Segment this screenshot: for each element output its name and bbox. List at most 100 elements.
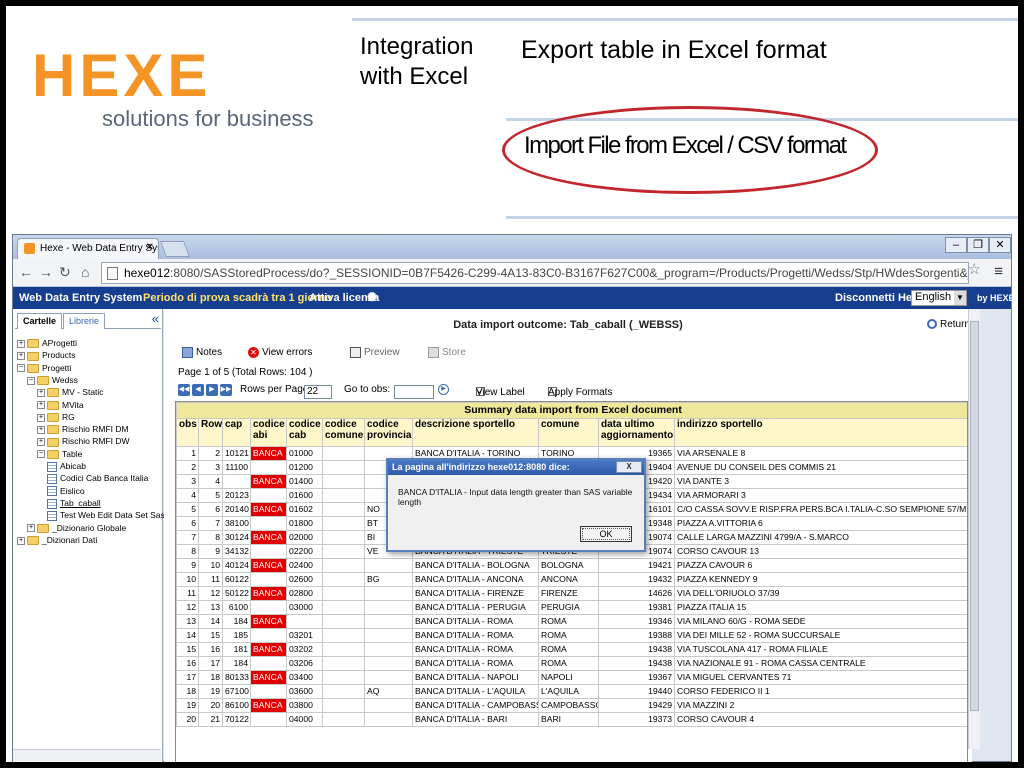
table-cell: 184 xyxy=(222,656,251,671)
table-cell: 13 xyxy=(198,600,223,615)
tree-item[interactable]: Test Web Edit Data Set Sas xyxy=(47,509,165,521)
table-cell xyxy=(322,670,365,685)
first-page-icon[interactable]: ◀◀ xyxy=(178,384,190,396)
left-panel: Cartelle Librerie « + AProgetti + Products −… xyxy=(13,309,165,762)
tree-item[interactable]: + MV - Static xyxy=(37,386,104,398)
bookmark-star-icon[interactable]: ☆ xyxy=(968,260,981,278)
table-cell: BANCA D'ITALIA - BARI xyxy=(412,712,539,727)
store-button[interactable]: Store xyxy=(428,347,466,358)
reload-icon[interactable]: ↻ xyxy=(59,264,71,281)
page-title: Data import outcome: Tab_caball (_WEBSS) xyxy=(453,319,683,331)
return-button[interactable]: Return xyxy=(926,319,970,330)
new-tab-button[interactable] xyxy=(160,241,190,257)
tree-item[interactable]: Abicab xyxy=(47,460,86,472)
prev-page-icon[interactable]: ◀ xyxy=(192,384,204,396)
expand-icon[interactable]: + xyxy=(37,425,45,434)
main-vscrollbar[interactable] xyxy=(968,309,980,749)
table-cell: BANCA D'ITALIA - PERUGIA xyxy=(412,600,539,615)
tree-item[interactable]: Eislico xyxy=(47,485,85,497)
expand-icon[interactable]: + xyxy=(37,401,45,410)
tab-librerie[interactable]: Librerie xyxy=(63,313,106,329)
notes-button[interactable]: Notes xyxy=(182,347,222,358)
table-cell: CAMPOBASSO xyxy=(538,698,599,713)
table-cell: 40124 xyxy=(222,558,251,573)
expand-icon[interactable]: + xyxy=(17,339,25,348)
table-row[interactable]: 17 18 80133 BANCA 03400 BANCA D'ITALIA - NAPO… xyxy=(176,670,967,685)
back-icon[interactable]: ← xyxy=(19,264,33,280)
tree-item[interactable]: + _Dizionari Dati xyxy=(17,534,97,546)
goto-label: Go to obs: xyxy=(344,384,391,395)
table-row[interactable]: 12 13 6100 BANCA 03000 BANCA D'ITALIA - PERUG… xyxy=(176,600,967,615)
tree-item[interactable]: − Table xyxy=(37,448,82,460)
tree-item[interactable]: + MVita xyxy=(37,399,84,411)
expand-icon[interactable]: + xyxy=(37,438,45,447)
last-page-icon[interactable]: ▶▶ xyxy=(220,384,232,396)
tree-item[interactable]: + Rischio RMFI DW xyxy=(37,435,130,447)
tree-item[interactable]: − Wedss xyxy=(27,374,78,386)
table-row[interactable]: 10 11 60122 BANCA 02600 BG BANCA D'ITALIA - AN… xyxy=(176,572,967,587)
table-row[interactable]: 15 16 181 BANCA 03202 BANCA D'ITALIA - ROMA RO… xyxy=(176,642,967,657)
notes-label: Notes xyxy=(196,347,223,359)
table-row[interactable]: 16 17 184 BANCA 03206 BANCA D'ITALIA - ROMA RO… xyxy=(176,656,967,671)
view-errors-button[interactable]: ✕ View errors xyxy=(248,347,312,358)
go-button-icon[interactable]: ▶ xyxy=(438,384,449,395)
close-window-button[interactable]: ✕ xyxy=(989,237,1011,253)
minimize-button[interactable]: – xyxy=(945,237,967,253)
collapse-panel-icon[interactable]: « xyxy=(152,311,159,326)
expand-icon[interactable]: + xyxy=(37,413,45,422)
table-row[interactable]: 13 14 184 BANCA BANCA D'ITALIA - ROMA ROMA 193… xyxy=(176,614,967,629)
dialog-ok-button[interactable]: OK xyxy=(580,526,632,542)
gear-icon[interactable]: ✺ xyxy=(367,290,377,304)
home-icon[interactable]: ⌂ xyxy=(81,264,89,280)
table-cell: BANCA xyxy=(250,670,287,685)
next-page-icon[interactable]: ▶ xyxy=(206,384,218,396)
table-cell xyxy=(364,698,413,713)
table-icon xyxy=(47,474,57,485)
collapse-icon[interactable]: − xyxy=(17,364,25,373)
expand-icon[interactable]: + xyxy=(27,524,35,533)
table-cell xyxy=(322,572,365,587)
scrollbar-thumb[interactable] xyxy=(970,321,979,711)
data-grid: Summary data import from Excel document … xyxy=(175,401,968,762)
grid-caption: Summary data import from Excel document xyxy=(176,402,967,419)
browser-menu-icon[interactable]: ≡ xyxy=(994,263,1003,280)
tree-item[interactable]: Tab_caball xyxy=(47,497,101,509)
tree-item[interactable]: + Rischio RMFI DM xyxy=(37,423,129,435)
address-bar[interactable]: hexe012:8080/SASStoredProcess/do?_SESSIO… xyxy=(101,262,969,284)
table-cell xyxy=(322,558,365,573)
expand-icon[interactable]: + xyxy=(17,352,25,361)
goto-input[interactable] xyxy=(394,385,434,399)
rows-per-page-input[interactable]: 22 xyxy=(304,385,332,399)
tree-item[interactable]: + _Dizionario Globale xyxy=(27,522,126,534)
table-row[interactable]: 19 20 86100 BANCA 03800 BANCA D'ITALIA - CAMP… xyxy=(176,698,967,713)
notes-icon xyxy=(182,347,193,358)
table-row[interactable]: 20 21 70122 BANCA 04000 BANCA D'ITALIA - BARI… xyxy=(176,712,967,727)
browser-tab[interactable]: Hexe - Web Data Entry Syst ✕ xyxy=(17,238,159,259)
table-cell: VIA ARSENALE 8 xyxy=(673,446,967,461)
left-panel-hscrollbar[interactable] xyxy=(13,749,161,761)
table-row[interactable]: 18 19 67100 BANCA 03600 AQ BANCA D'ITALIA - L'… xyxy=(176,684,967,699)
tree-item[interactable]: + RG xyxy=(37,411,75,423)
preview-button[interactable]: Preview xyxy=(350,347,400,358)
tree-item[interactable]: + Products xyxy=(17,349,76,361)
table-cell: 4 xyxy=(198,474,223,489)
dialog-close-button[interactable]: X xyxy=(616,461,642,473)
collapse-icon[interactable]: − xyxy=(37,450,45,459)
maximize-button[interactable]: ❐ xyxy=(967,237,989,253)
tree-item[interactable]: Codici Cab Banca Italia xyxy=(47,472,148,485)
expand-icon[interactable]: + xyxy=(37,388,45,397)
language-value: English xyxy=(915,291,952,303)
tab-close-icon[interactable]: ✕ xyxy=(146,242,154,253)
table-row[interactable]: 11 12 50122 BANCA 02800 BANCA D'ITALIA - FIRE… xyxy=(176,586,967,601)
tree-item[interactable]: − Progetti xyxy=(17,362,71,374)
language-select[interactable]: English ▼ xyxy=(911,290,967,306)
tree-item[interactable]: + AProgetti xyxy=(17,337,77,349)
expand-icon[interactable]: + xyxy=(17,536,25,545)
table-row[interactable]: 9 10 40124 BANCA 02400 BANCA D'ITALIA - BOLOG… xyxy=(176,558,967,573)
collapse-icon[interactable]: − xyxy=(27,376,35,385)
forward-icon[interactable]: → xyxy=(39,264,53,280)
table-row[interactable]: 14 15 185 BANCA 03201 BANCA D'ITALIA - ROMA RO… xyxy=(176,628,967,643)
table-cell: 8 xyxy=(198,530,223,545)
table-cell: BANCA D'ITALIA - CAMPOBASSO xyxy=(412,698,539,713)
tab-cartelle[interactable]: Cartelle xyxy=(17,313,63,329)
